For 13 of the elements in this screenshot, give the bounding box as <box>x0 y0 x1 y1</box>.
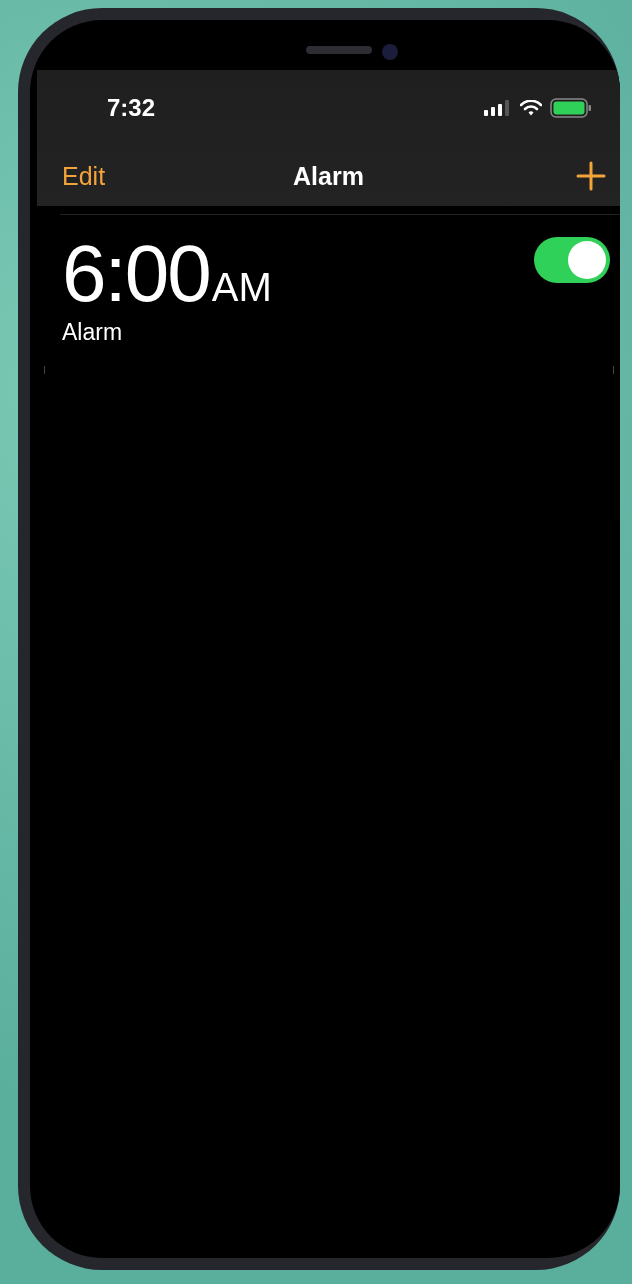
wifi-icon <box>520 100 542 116</box>
screen-title: Alarm <box>293 161 364 191</box>
alarm-label: Alarm <box>62 319 124 346</box>
battery-icon <box>550 98 592 118</box>
alarm-toggle[interactable] <box>534 236 610 283</box>
speaker-icon <box>306 46 372 54</box>
alarm-time: 6:00 <box>62 231 210 317</box>
camera-icon <box>382 44 398 60</box>
add-button[interactable] <box>576 161 606 191</box>
alarm-period: AM <box>211 265 272 310</box>
status-time: 7:32 <box>107 94 156 122</box>
signal-icon <box>484 100 512 116</box>
edit-button[interactable]: Edit <box>62 161 106 191</box>
